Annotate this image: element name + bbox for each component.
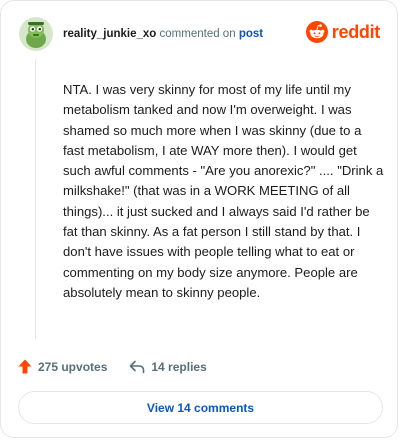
upvote-arrow-icon <box>18 359 32 374</box>
thread-line[interactable] <box>35 59 36 339</box>
commented-on-text: commented on <box>159 28 236 40</box>
comment-header: reality_junkie_xo commented on post <box>19 17 263 51</box>
comment-meta: reality_junkie_xo commented on post <box>63 27 263 41</box>
reply-button[interactable]: 14 replies <box>129 359 207 374</box>
reddit-logo[interactable]: reddit <box>305 21 381 43</box>
upvote-button[interactable]: 275 upvotes <box>18 359 107 374</box>
username[interactable]: reality_junkie_xo <box>63 28 156 40</box>
reply-count: 14 replies <box>151 359 207 374</box>
user-avatar[interactable] <box>19 17 53 51</box>
comment-actions: 275 upvotes 14 replies <box>18 359 229 374</box>
comment-card: reality_junkie_xo commented on post redd… <box>0 0 398 438</box>
post-link[interactable]: post <box>239 28 263 40</box>
upvote-count: 275 upvotes <box>38 359 108 374</box>
reddit-wordmark: reddit <box>331 21 381 42</box>
reply-arrow-icon <box>130 360 145 373</box>
view-comments-button[interactable]: View 14 comments <box>18 391 383 424</box>
reddit-snoo-icon <box>305 21 328 43</box>
comment-body: NTA. I was very skinny for most of my li… <box>63 82 384 300</box>
